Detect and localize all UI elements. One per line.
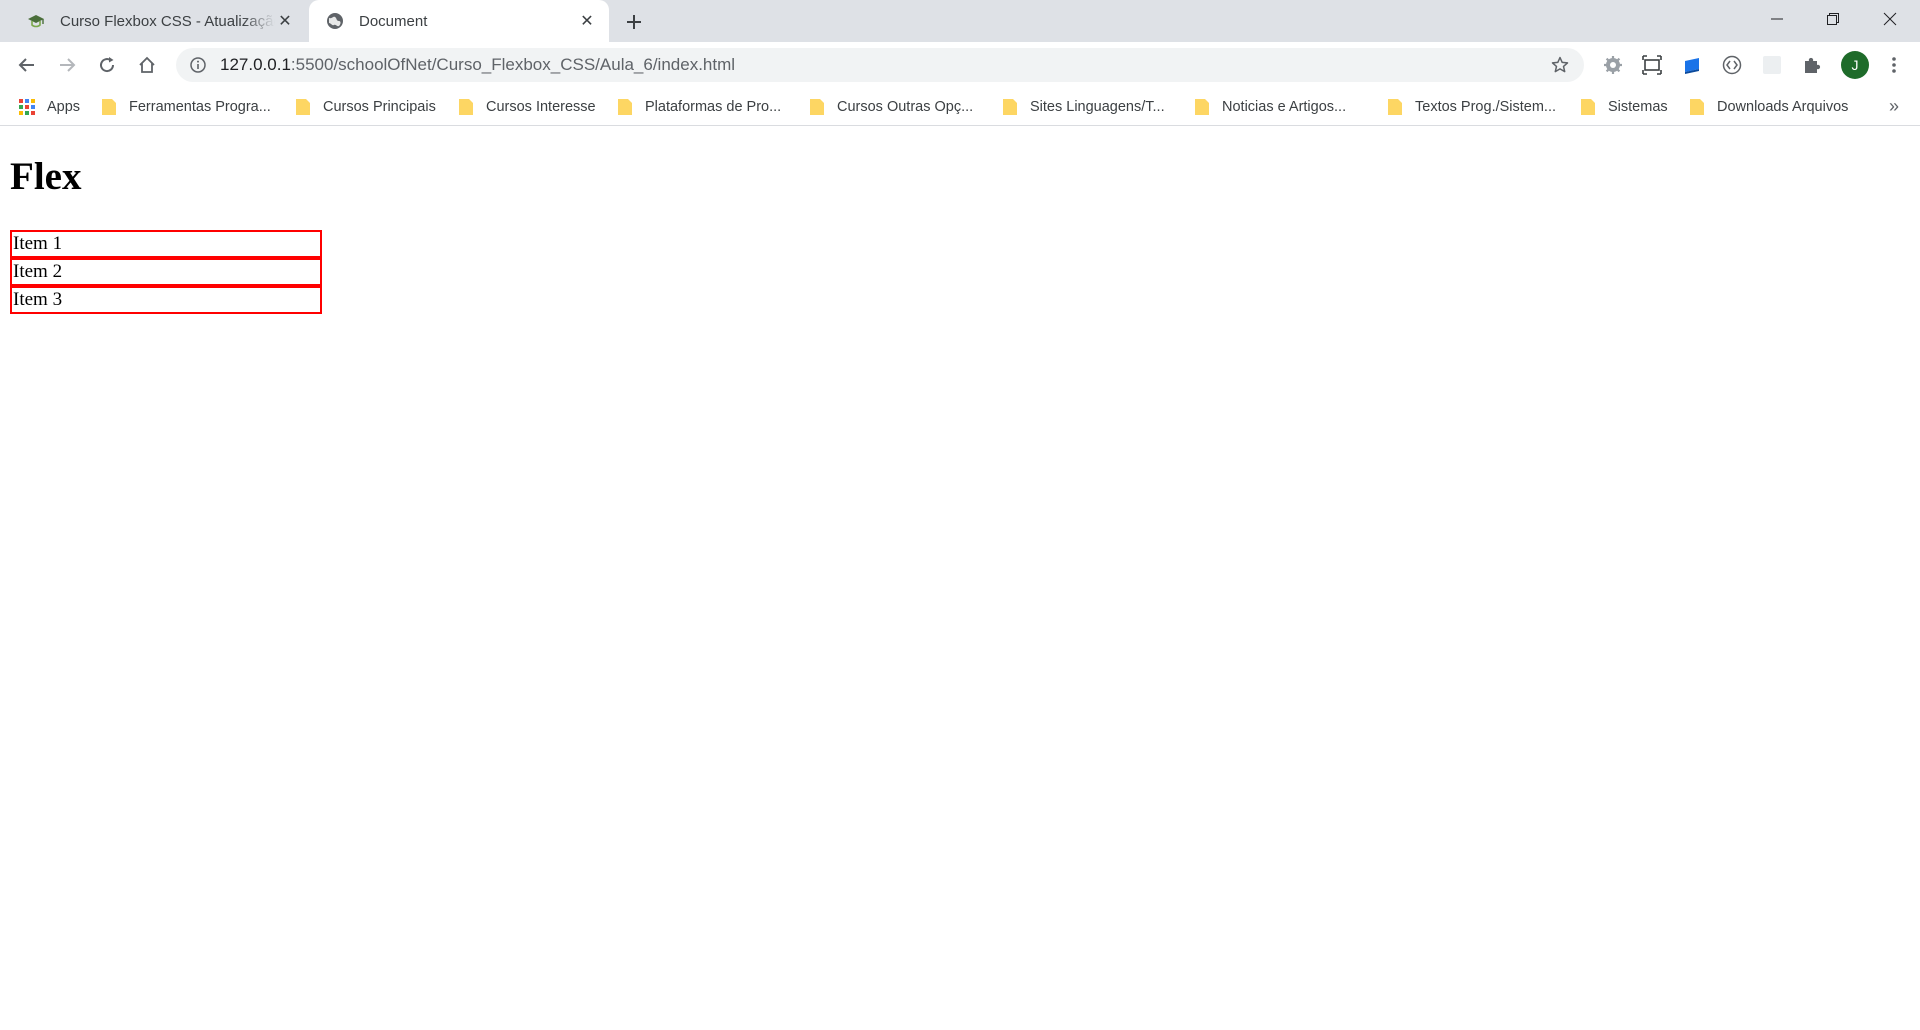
folder-icon [1580,98,1596,116]
bookmark-folder[interactable]: Textos Prog./Sistem... [1387,94,1556,120]
bookmark-label: Noticias e Artigos... [1222,99,1347,115]
page-heading: Flex [10,155,82,198]
reload-button[interactable] [91,49,123,81]
screen-capture-icon[interactable] [1640,53,1664,77]
tab-curso-flexbox[interactable]: Curso Flexbox CSS - Atualização ✕ [14,0,307,42]
forward-button[interactable] [51,49,83,81]
close-icon[interactable]: ✕ [275,11,295,31]
bookmarks-overflow-button[interactable]: » [1882,94,1906,118]
bookmark-label: Textos Prog./Sistem... [1415,99,1557,115]
browser-toolbar: 127.0.0.1:5500/schoolOfNet/Curso_Flexbox… [0,42,1920,88]
folder-icon [1194,98,1210,116]
bookmark-folder[interactable]: Cursos Principais [295,94,436,120]
tab-document[interactable]: Document ✕ [309,0,609,42]
plus-icon [627,15,641,29]
page-viewport: Flex Item 1 Item 2 Item 3 [0,127,1920,1030]
url-host: 127.0.0.1 [220,55,291,74]
settings-gear-icon[interactable] [1601,53,1625,77]
arrow-right-icon [60,58,76,72]
reload-icon [100,57,115,73]
folder-icon [458,98,474,116]
folder-icon [295,98,311,116]
bookmark-folder[interactable]: Ferramentas Progra... [101,94,271,120]
school-of-net-icon [26,11,46,31]
globe-icon [325,11,345,31]
minimize-button[interactable] [1749,0,1805,38]
bookmark-folder[interactable]: Sites Linguagens/T... [1002,94,1165,120]
bookmark-star-icon[interactable] [1548,53,1572,77]
blue-extension-icon[interactable] [1680,53,1704,77]
blank-extension-icon[interactable] [1760,53,1784,77]
bookmark-label: Cursos Interesse [486,99,596,115]
tab-title: Document [359,12,428,30]
flex-item: Item 1 [10,230,322,258]
arrow-left-icon [18,58,34,72]
close-icon[interactable]: ✕ [577,11,597,31]
url-text[interactable]: 127.0.0.1:5500/schoolOfNet/Curso_Flexbox… [220,55,1548,75]
tab-strip: Curso Flexbox CSS - Atualização ✕ Docume… [0,0,1920,42]
bookmark-folder[interactable]: Cursos Outras Opç... [809,94,973,120]
tab-title: Curso Flexbox CSS - Atualização [60,12,275,30]
bookmark-folder[interactable]: Sistemas [1580,94,1668,120]
bookmark-label: Apps [47,99,81,115]
profile-avatar[interactable]: J [1841,51,1869,79]
bookmark-label: Cursos Outras Opç... [837,99,974,115]
restore-icon [1827,13,1839,25]
home-icon [139,56,155,73]
bookmark-folder[interactable]: Noticias e Artigos... [1194,94,1346,120]
bookmark-label: Ferramentas Progra... [129,99,271,115]
restore-button[interactable] [1805,0,1861,38]
close-icon [1883,12,1897,26]
apps-grid-icon [19,98,35,116]
bookmark-label: Sistemas [1608,99,1668,115]
bookmark-folder[interactable]: Plataformas de Pro... [617,94,781,120]
flex-container: Item 1 Item 2 Item 3 [10,230,322,314]
bookmark-apps[interactable]: Apps [19,94,80,120]
folder-icon [1387,98,1403,116]
new-tab-button[interactable] [620,8,648,36]
flex-item: Item 3 [10,286,322,314]
puzzle-icon[interactable] [1800,53,1824,77]
bookmark-label: Plataformas de Pro... [645,99,782,115]
bookmark-label: Cursos Principais [323,99,436,115]
url-path: :5500/schoolOfNet/Curso_Flexbox_CSS/Aula… [290,55,736,74]
close-window-button[interactable] [1862,0,1918,38]
bookmark-folder[interactable]: Cursos Interesse [458,94,596,120]
bookmark-label: Sites Linguagens/T... [1030,99,1165,115]
bookmark-label: Downloads Arquivos [1717,99,1849,115]
home-button[interactable] [131,49,163,81]
minimize-icon [1771,18,1783,20]
flex-item: Item 2 [10,258,322,286]
folder-icon [1689,98,1705,116]
folder-icon [1002,98,1018,116]
folder-icon [101,98,117,116]
menu-kebab-icon[interactable] [1882,53,1906,77]
bookmarks-bar: Apps Ferramentas Progra... Cursos Princi… [0,88,1920,126]
back-button[interactable] [11,49,43,81]
code-extension-icon[interactable] [1720,53,1744,77]
folder-icon [617,98,633,116]
folder-icon [809,98,825,116]
info-icon[interactable] [188,55,208,75]
bookmark-folder[interactable]: Downloads Arquivos [1689,94,1848,120]
address-bar[interactable]: 127.0.0.1:5500/schoolOfNet/Curso_Flexbox… [176,48,1584,82]
